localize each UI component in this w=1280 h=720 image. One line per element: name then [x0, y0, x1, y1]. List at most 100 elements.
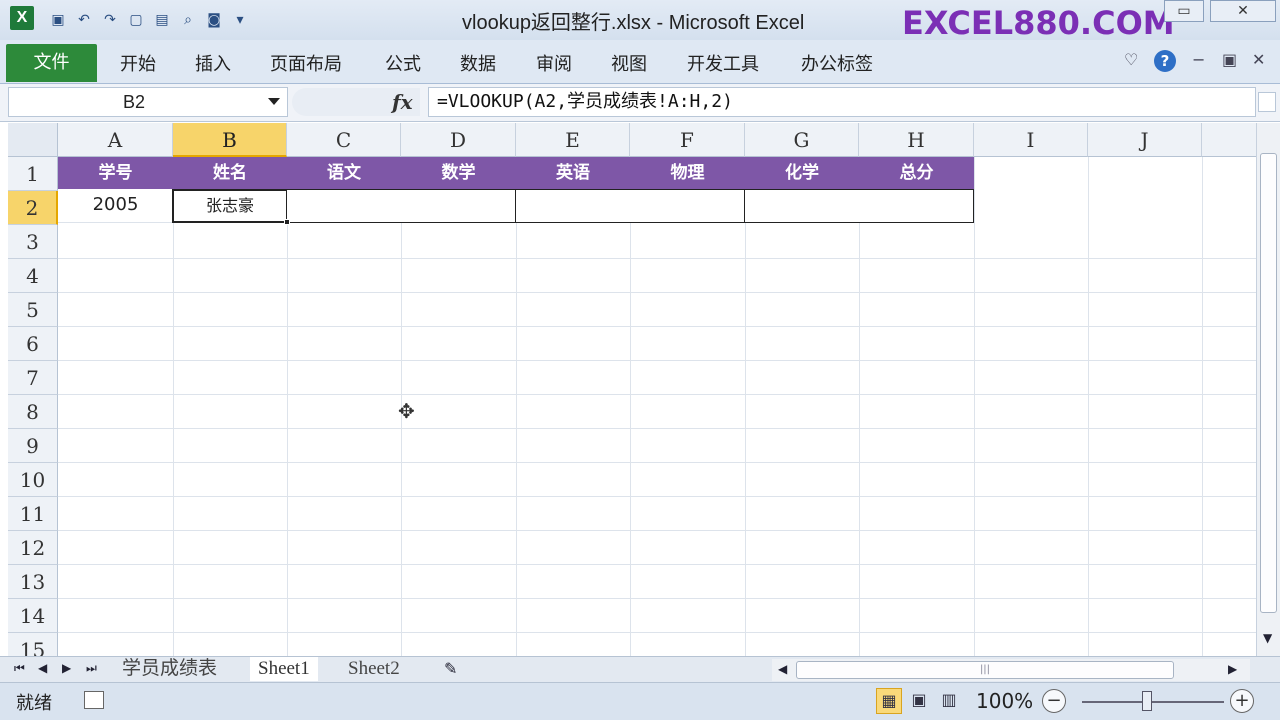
- sheet-tab-sheet2[interactable]: Sheet2: [340, 657, 408, 681]
- cell-f1[interactable]: 物理: [630, 157, 745, 189]
- cell-b1[interactable]: 姓名: [173, 157, 287, 189]
- vertical-scroll-thumb[interactable]: [1260, 153, 1277, 613]
- cell-g2[interactable]: [745, 189, 860, 223]
- normal-view-icon[interactable]: ▦: [876, 688, 902, 714]
- cell-f2[interactable]: [630, 189, 745, 223]
- sheet-tab-sheet1[interactable]: Sheet1: [250, 657, 318, 681]
- page-layout-view-icon[interactable]: ▣: [906, 688, 932, 714]
- row-header-8[interactable]: 8: [8, 395, 58, 429]
- formula-input[interactable]: =VLOOKUP(A2,学员成绩表!A:H,2): [428, 87, 1256, 117]
- redo-icon[interactable]: ↷: [100, 10, 120, 30]
- minimize-workbook-icon[interactable]: −: [1192, 50, 1205, 69]
- tab-view[interactable]: 视图: [611, 50, 647, 76]
- close-icon[interactable]: ✕: [1210, 0, 1276, 22]
- zoom-slider[interactable]: [1082, 701, 1224, 703]
- scroll-down-icon[interactable]: ▼: [1263, 631, 1272, 645]
- row-header-12[interactable]: 12: [8, 531, 58, 565]
- row-header-11[interactable]: 11: [8, 497, 58, 531]
- zoom-in-icon[interactable]: +: [1230, 689, 1254, 713]
- row-header-15[interactable]: 15: [8, 633, 58, 658]
- column-header-d[interactable]: D: [401, 123, 516, 157]
- ribbon-collapse-icon[interactable]: ♡: [1124, 50, 1138, 69]
- save-icon[interactable]: ▣: [48, 10, 68, 30]
- column-header-i[interactable]: I: [974, 123, 1088, 157]
- horizontal-scrollbar[interactable]: ◀ ||| ▶: [772, 659, 1250, 681]
- column-header-e[interactable]: E: [516, 123, 630, 157]
- column-header-k[interactable]: [1202, 123, 1256, 157]
- camera-icon[interactable]: ◙: [204, 10, 224, 30]
- row-header-5[interactable]: 5: [8, 293, 58, 327]
- cell-h1[interactable]: 总分: [859, 157, 974, 189]
- restore-icon[interactable]: ▭: [1164, 0, 1204, 22]
- tab-formulas[interactable]: 公式: [385, 50, 421, 76]
- print-preview-icon[interactable]: ⌕: [178, 10, 198, 30]
- row-header-9[interactable]: 9: [8, 429, 58, 463]
- tab-data[interactable]: 数据: [460, 50, 496, 76]
- row-header-14[interactable]: 14: [8, 599, 58, 633]
- cell-d2[interactable]: [401, 189, 516, 223]
- row-header-6[interactable]: 6: [8, 327, 58, 361]
- insert-function-icon[interactable]: fx: [392, 90, 413, 114]
- row-header-10[interactable]: 10: [8, 463, 58, 497]
- excel-logo-icon[interactable]: X: [10, 6, 34, 30]
- undo-icon[interactable]: ↶: [74, 10, 94, 30]
- tab-file[interactable]: 文件: [6, 44, 97, 82]
- vertical-scrollbar[interactable]: ▼: [1256, 123, 1280, 658]
- column-header-b[interactable]: B: [173, 123, 287, 157]
- column-header-h[interactable]: H: [859, 123, 974, 157]
- macro-record-icon[interactable]: [84, 691, 104, 709]
- column-header-g[interactable]: G: [745, 123, 859, 157]
- cell-b2[interactable]: 张志豪: [172, 189, 288, 223]
- horizontal-scroll-thumb[interactable]: |||: [796, 661, 1174, 679]
- new-document-icon[interactable]: ▢: [126, 10, 146, 30]
- tab-developer[interactable]: 开发工具: [687, 50, 759, 76]
- help-icon[interactable]: ?: [1154, 50, 1176, 72]
- row-header-7[interactable]: 7: [8, 361, 58, 395]
- zoom-level[interactable]: 100%: [976, 689, 1033, 713]
- tab-office-tab[interactable]: 办公标签: [801, 50, 873, 76]
- last-sheet-icon[interactable]: ⏭: [86, 661, 97, 676]
- column-header-f[interactable]: F: [630, 123, 745, 157]
- row-header-4[interactable]: 4: [8, 259, 58, 293]
- row-header-3[interactable]: 3: [8, 225, 58, 259]
- customize-toolbar-icon[interactable]: ▾: [230, 10, 250, 30]
- fill-handle[interactable]: [284, 219, 290, 225]
- row-header-1[interactable]: 1: [8, 157, 58, 191]
- cell-a2[interactable]: 2005: [58, 189, 173, 223]
- expand-formula-bar-button[interactable]: [1258, 92, 1276, 112]
- cell-d1[interactable]: 数学: [401, 157, 516, 189]
- name-box-dropdown-icon[interactable]: [268, 98, 280, 105]
- tab-page-layout[interactable]: 页面布局: [270, 50, 342, 76]
- cell-a1[interactable]: 学号: [58, 157, 173, 189]
- column-header-c[interactable]: C: [287, 123, 401, 157]
- tab-insert[interactable]: 插入: [195, 50, 231, 76]
- close-workbook-icon[interactable]: ✕: [1252, 50, 1265, 69]
- row-header-2[interactable]: 2: [8, 191, 58, 225]
- name-box[interactable]: B2: [8, 87, 288, 117]
- cell-e1[interactable]: 英语: [516, 157, 630, 189]
- sheet-tab-scores[interactable]: 学员成绩表: [114, 657, 225, 681]
- open-icon[interactable]: ▤: [152, 10, 172, 30]
- tab-review[interactable]: 审阅: [536, 50, 572, 76]
- column-header-a[interactable]: A: [58, 123, 173, 157]
- tab-home[interactable]: 开始: [120, 50, 156, 76]
- zoom-out-icon[interactable]: −: [1042, 689, 1066, 713]
- row-header-13[interactable]: 13: [8, 565, 58, 599]
- scroll-right-icon[interactable]: ▶: [1228, 662, 1237, 676]
- scroll-left-icon[interactable]: ◀: [778, 662, 787, 676]
- cell-h2[interactable]: [859, 189, 974, 223]
- prev-sheet-icon[interactable]: ◀: [38, 661, 47, 675]
- first-sheet-icon[interactable]: ⏮: [14, 661, 25, 676]
- worksheet-grid[interactable]: A B C D E F G H I J 1 2 3 4 5 6 7 8 9 10…: [8, 123, 1256, 658]
- cell-c2[interactable]: [287, 189, 402, 223]
- column-header-j[interactable]: J: [1088, 123, 1202, 157]
- cell-e2[interactable]: [516, 189, 631, 223]
- cell-g1[interactable]: 化学: [745, 157, 859, 189]
- page-break-view-icon[interactable]: ▥: [936, 688, 962, 714]
- restore-workbook-icon[interactable]: ▣: [1222, 50, 1237, 69]
- insert-sheet-icon[interactable]: ✎: [444, 659, 457, 678]
- select-all-corner[interactable]: [8, 123, 58, 157]
- cell-c1[interactable]: 语文: [287, 157, 401, 189]
- zoom-slider-thumb[interactable]: [1142, 691, 1152, 711]
- next-sheet-icon[interactable]: ▶: [62, 661, 71, 675]
